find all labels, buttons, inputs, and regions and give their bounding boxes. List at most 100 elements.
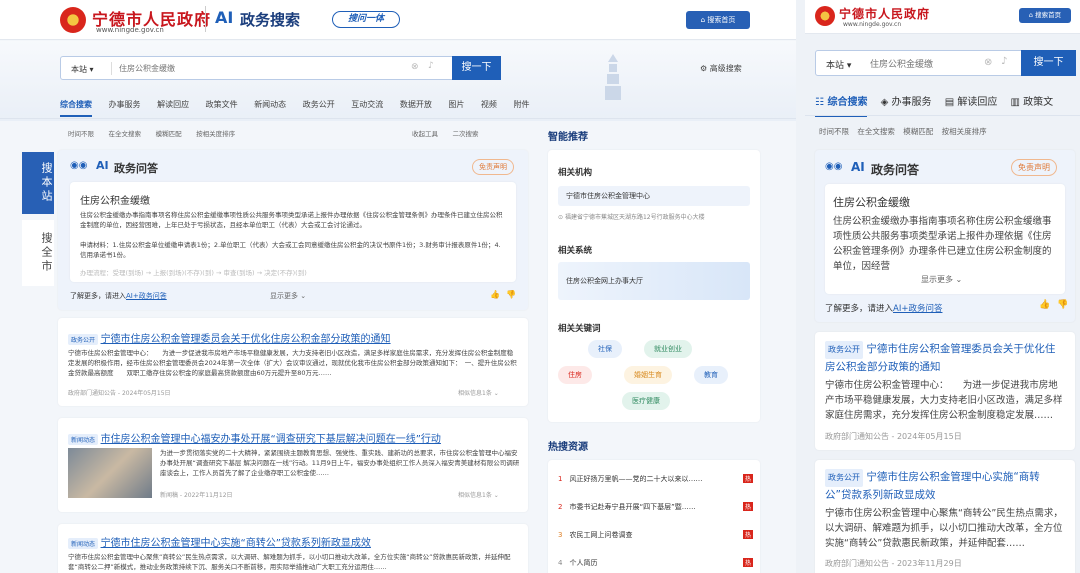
search-home-button[interactable]: ⌂ 搜索首页 [1019, 8, 1071, 23]
filter-bar: 时间不限 在全文搜索 模糊匹配 按相关度排序 [819, 126, 987, 137]
search-input[interactable] [119, 61, 399, 76]
site-url: www.ningde.gov.cn [96, 26, 164, 34]
ai-more-link[interactable]: AI+政务问答 [126, 292, 167, 300]
tab-policy[interactable]: ▥ 政策文 [1011, 97, 1054, 108]
tab-interpretation[interactable]: 解读回应 [157, 100, 189, 109]
tab-comprehensive[interactable]: 综合搜索 [60, 100, 92, 117]
ai-answer-card: ◉◉ AI 政务问答 免责声明 住房公积金缓缴 住房公积金缓缴办事指南事项名称住… [815, 150, 1075, 322]
filter-match[interactable]: 模糊匹配 [903, 127, 933, 136]
clear-icon[interactable]: ⊗ [411, 62, 419, 72]
keyword-chip[interactable]: 社保 [588, 340, 622, 358]
filter-sort[interactable]: 按相关度排序 [942, 127, 987, 136]
filter-sort[interactable]: 按相关度排序 [196, 130, 235, 138]
tab-policy[interactable]: 政策文件 [206, 100, 238, 109]
ai-more-text: 了解更多，请进入AI+政务问答 [825, 302, 942, 314]
hot-search-text: 农民工网上问卷调查 [569, 531, 633, 539]
caret-down-icon: ▾ [846, 61, 852, 71]
similar-info-link[interactable]: 相似信息1条 ⌄ [458, 388, 499, 397]
result-heading: 新闻动态 宁德市住房公积金管理中心实施“商转公”贷款系列新政显成效 [68, 534, 518, 549]
filter-bar: 时间不限 在全文搜索 模糊匹配 按相关度排序 [68, 128, 247, 138]
thumbs-down-icon[interactable]: 👎 [506, 290, 516, 299]
filter-scope[interactable]: 在全文搜索 [109, 130, 142, 138]
related-org-item[interactable]: 宁德市住房公积金管理中心 [558, 186, 750, 206]
tab-services[interactable]: ◈ 办事服务 [881, 97, 932, 108]
robot-icon: ◉◉ [70, 160, 88, 171]
ai-title: 政务问答 [871, 163, 920, 177]
result-title-link[interactable]: 宁德市住房公积金管理中心实施“商转公”贷款系列新政显成效 [101, 538, 371, 549]
keyword-chip[interactable]: 教育 [694, 366, 728, 384]
similar-info-link[interactable]: 相似信息1条 ⌄ [458, 490, 499, 499]
search-home-button[interactable]: ⌂ 搜索首页 [686, 11, 750, 29]
keyword-chip[interactable]: 婚姻生育 [624, 366, 672, 384]
search-box: 本站 ▾ ⊗ ♪ 搜一下 [60, 56, 501, 80]
caret-down-icon: ▾ [89, 65, 94, 74]
advanced-search-link[interactable]: ⚙ 高级搜索 [700, 63, 742, 74]
result-heading: 政务公开 宁德市住房公积金管理委员会关于优化住房公积金部分政策的通知 [68, 330, 518, 345]
scope-select[interactable]: 本站 ▾ [71, 64, 94, 75]
disclaimer-badge[interactable]: 免责声明 [472, 159, 514, 175]
tab-comprehensive[interactable]: ☷ 综合搜索 [815, 97, 868, 117]
keyword-chip[interactable]: 就业创业 [644, 340, 692, 358]
microphone-icon[interactable]: ♪ [1001, 56, 1007, 67]
expand-more-button[interactable]: 显示更多 ⌄ [921, 274, 962, 285]
filter-scope[interactable]: 在全文搜索 [857, 127, 895, 136]
search-button[interactable]: 搜一下 [452, 56, 501, 80]
filter-time[interactable]: 时间不限 [819, 127, 849, 136]
search-input[interactable] [870, 56, 980, 72]
more-prefix: 了解更多，请进入 [70, 292, 126, 300]
ai-logo-icon: AI [851, 160, 865, 174]
chevron-down-icon: ⌄ [955, 275, 963, 284]
tab-open-data[interactable]: 数据开放 [400, 100, 432, 109]
ai-more-link[interactable]: AI+政务问答 [893, 304, 942, 314]
search-button[interactable]: 搜一下 [1021, 50, 1076, 76]
related-org-heading: 相关机构 [558, 168, 593, 178]
ai-paragraph-3: 办理流程：受理(到场) → 上报(到场)(不存)(到) → 审查(到场) → 决… [80, 269, 307, 277]
ai-question: 住房公积金缓缴 [80, 196, 150, 207]
clear-icon[interactable]: ⊗ [984, 57, 992, 68]
tablet-view: 宁德市人民政府 www.ningde.gov.cn ⌂ 搜索首页 本站 ▾ ⊗ … [805, 0, 1080, 573]
secondary-search[interactable]: 二次搜索 [453, 130, 479, 138]
related-system-item[interactable]: 住房公积金网上办事大厅 [558, 262, 750, 300]
category-tabs: 综合搜索 办事服务 解读回应 政策文件 新闻动态 政务公开 互动交流 数据开放 … [60, 99, 780, 117]
filter-time[interactable]: 时间不限 [68, 130, 94, 138]
scope-select[interactable]: 本站 ▾ [826, 58, 851, 71]
result-thumbnail[interactable] [68, 448, 152, 498]
thumbs-up-icon[interactable]: 👍 [1039, 300, 1050, 310]
expand-label: 显示更多 [921, 275, 953, 284]
side-tab-this-site[interactable]: 搜本站 [22, 152, 54, 214]
search-home-label: 搜索首页 [707, 16, 736, 24]
tab-disclosure[interactable]: 政务公开 [303, 100, 335, 109]
tab-label: 解读回应 [957, 97, 998, 108]
chevron-down-icon: ⌄ [300, 292, 307, 300]
result-title-link[interactable]: 宁德市住房公积金管理委员会关于优化住房公积金部分政策的通知 [101, 334, 391, 345]
collapse-tools[interactable]: 收起工具 [412, 130, 438, 138]
tab-interpretation[interactable]: ▤ 解读回应 [945, 97, 998, 108]
tab-services[interactable]: 办事服务 [109, 100, 141, 109]
hot-search-item[interactable]: 1 风正好扬万里帆——党的二十大以来以…… 热 [558, 474, 753, 484]
result-title-link[interactable]: 市住房公积金管理中心福安办事处开展“调查研究下基层解决问题在一线”行动 [101, 434, 441, 445]
expand-more-button[interactable]: 显示更多 ⌄ [270, 291, 306, 301]
org-address-text: 福建省宁德市蕉城区天湖东路12号行政服务中心大楼 [564, 214, 705, 221]
tab-videos[interactable]: 视频 [481, 100, 497, 109]
tab-attachments[interactable]: 附件 [513, 100, 529, 109]
hot-search-item[interactable]: 3 农民工网上问卷调查 热 [558, 530, 753, 540]
similar-info-label: 相似信息1条 [458, 390, 492, 397]
keyword-chip[interactable]: 医疗健康 [622, 392, 670, 410]
result-snippet: 宁德市住房公积金管理中心聚焦“商转公”民生热点需求，以大调研、解难题为抓手，以小… [68, 553, 511, 571]
hot-search-item[interactable]: 4 个人简历 热 [558, 558, 753, 568]
site-name[interactable]: 宁德市人民政府 [839, 5, 930, 22]
thumbs-up-icon[interactable]: 👍 [490, 290, 500, 299]
keyword-chip[interactable]: 住房 [558, 366, 592, 384]
tab-images[interactable]: 图片 [448, 100, 464, 109]
disclaimer-badge[interactable]: 免责声明 [1011, 159, 1057, 176]
tab-interaction[interactable]: 互动交流 [351, 100, 383, 109]
chevron-down-icon: ⌄ [493, 492, 499, 499]
microphone-icon[interactable]: ♪ [428, 61, 434, 71]
thumbs-down-icon[interactable]: 👎 [1057, 300, 1068, 310]
side-tab-city[interactable]: 搜全市 [22, 220, 54, 286]
tab-news[interactable]: 新闻动态 [254, 100, 286, 109]
filter-match[interactable]: 模糊匹配 [156, 130, 182, 138]
hot-search-title: 热搜资源 [548, 442, 588, 453]
hot-search-item[interactable]: 2 市委书记赴寿宁县开展“四下基层”暨…… 热 [558, 502, 753, 512]
chevron-down-icon: ⌄ [493, 390, 499, 397]
